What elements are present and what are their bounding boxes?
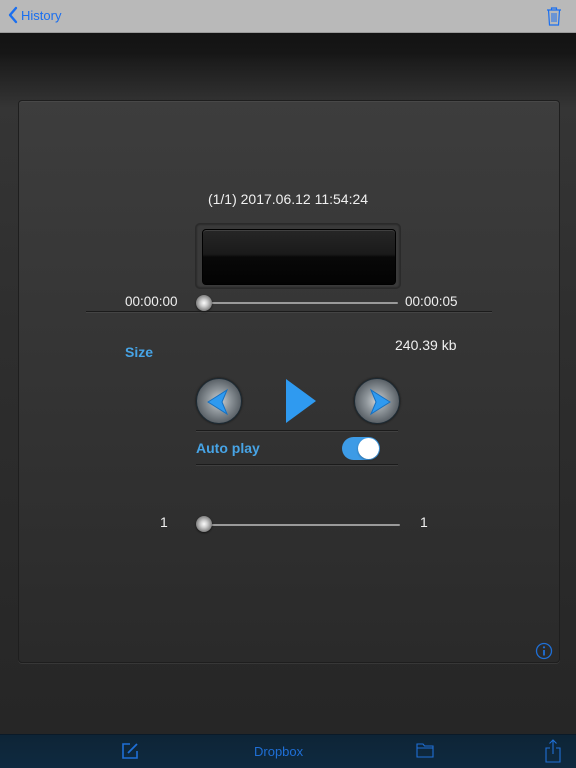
speed-min-label: 1 xyxy=(160,514,168,530)
compose-icon xyxy=(122,743,138,759)
delete-button[interactable] xyxy=(546,6,562,31)
size-value: 240.39 kb xyxy=(395,337,457,353)
back-button[interactable]: History xyxy=(8,6,61,24)
next-button[interactable] xyxy=(354,378,400,424)
toggle-knob xyxy=(358,438,379,459)
speed-thumb[interactable] xyxy=(196,516,212,532)
waveform-display-frame xyxy=(195,223,401,289)
recording-title: (1/1) 2017.06.12 11:54:24 xyxy=(207,191,369,207)
play-icon xyxy=(286,379,316,423)
divider xyxy=(196,430,398,431)
info-button[interactable] xyxy=(535,642,553,665)
compose-button[interactable] xyxy=(121,742,139,765)
trash-icon xyxy=(547,7,561,26)
share-button[interactable] xyxy=(545,739,561,768)
chevron-left-icon xyxy=(8,6,18,24)
info-icon xyxy=(535,642,553,660)
auto-play-label: Auto play xyxy=(196,440,260,456)
speed-track[interactable] xyxy=(204,524,400,526)
progress-thumb[interactable] xyxy=(196,295,212,311)
previous-button[interactable] xyxy=(196,378,242,424)
folder-button[interactable] xyxy=(416,742,434,763)
folder-icon xyxy=(416,743,434,758)
back-button-label: History xyxy=(21,7,62,23)
share-icon xyxy=(545,739,561,763)
divider xyxy=(196,464,398,465)
waveform-display xyxy=(202,229,396,285)
dropbox-button[interactable]: Dropbox xyxy=(254,744,303,759)
size-label: Size xyxy=(125,344,154,360)
divider xyxy=(86,311,492,312)
speed-max-label: 1 xyxy=(420,514,428,530)
next-icon xyxy=(369,388,391,416)
play-button[interactable] xyxy=(285,378,317,429)
navigation-bar: History xyxy=(0,0,576,33)
bottom-toolbar: Dropbox xyxy=(0,734,576,768)
auto-play-toggle[interactable] xyxy=(342,437,380,460)
time-end: 00:00:05 xyxy=(405,294,458,309)
previous-icon xyxy=(207,388,229,416)
time-start: 00:00:00 xyxy=(125,294,178,309)
progress-track[interactable] xyxy=(204,302,398,304)
